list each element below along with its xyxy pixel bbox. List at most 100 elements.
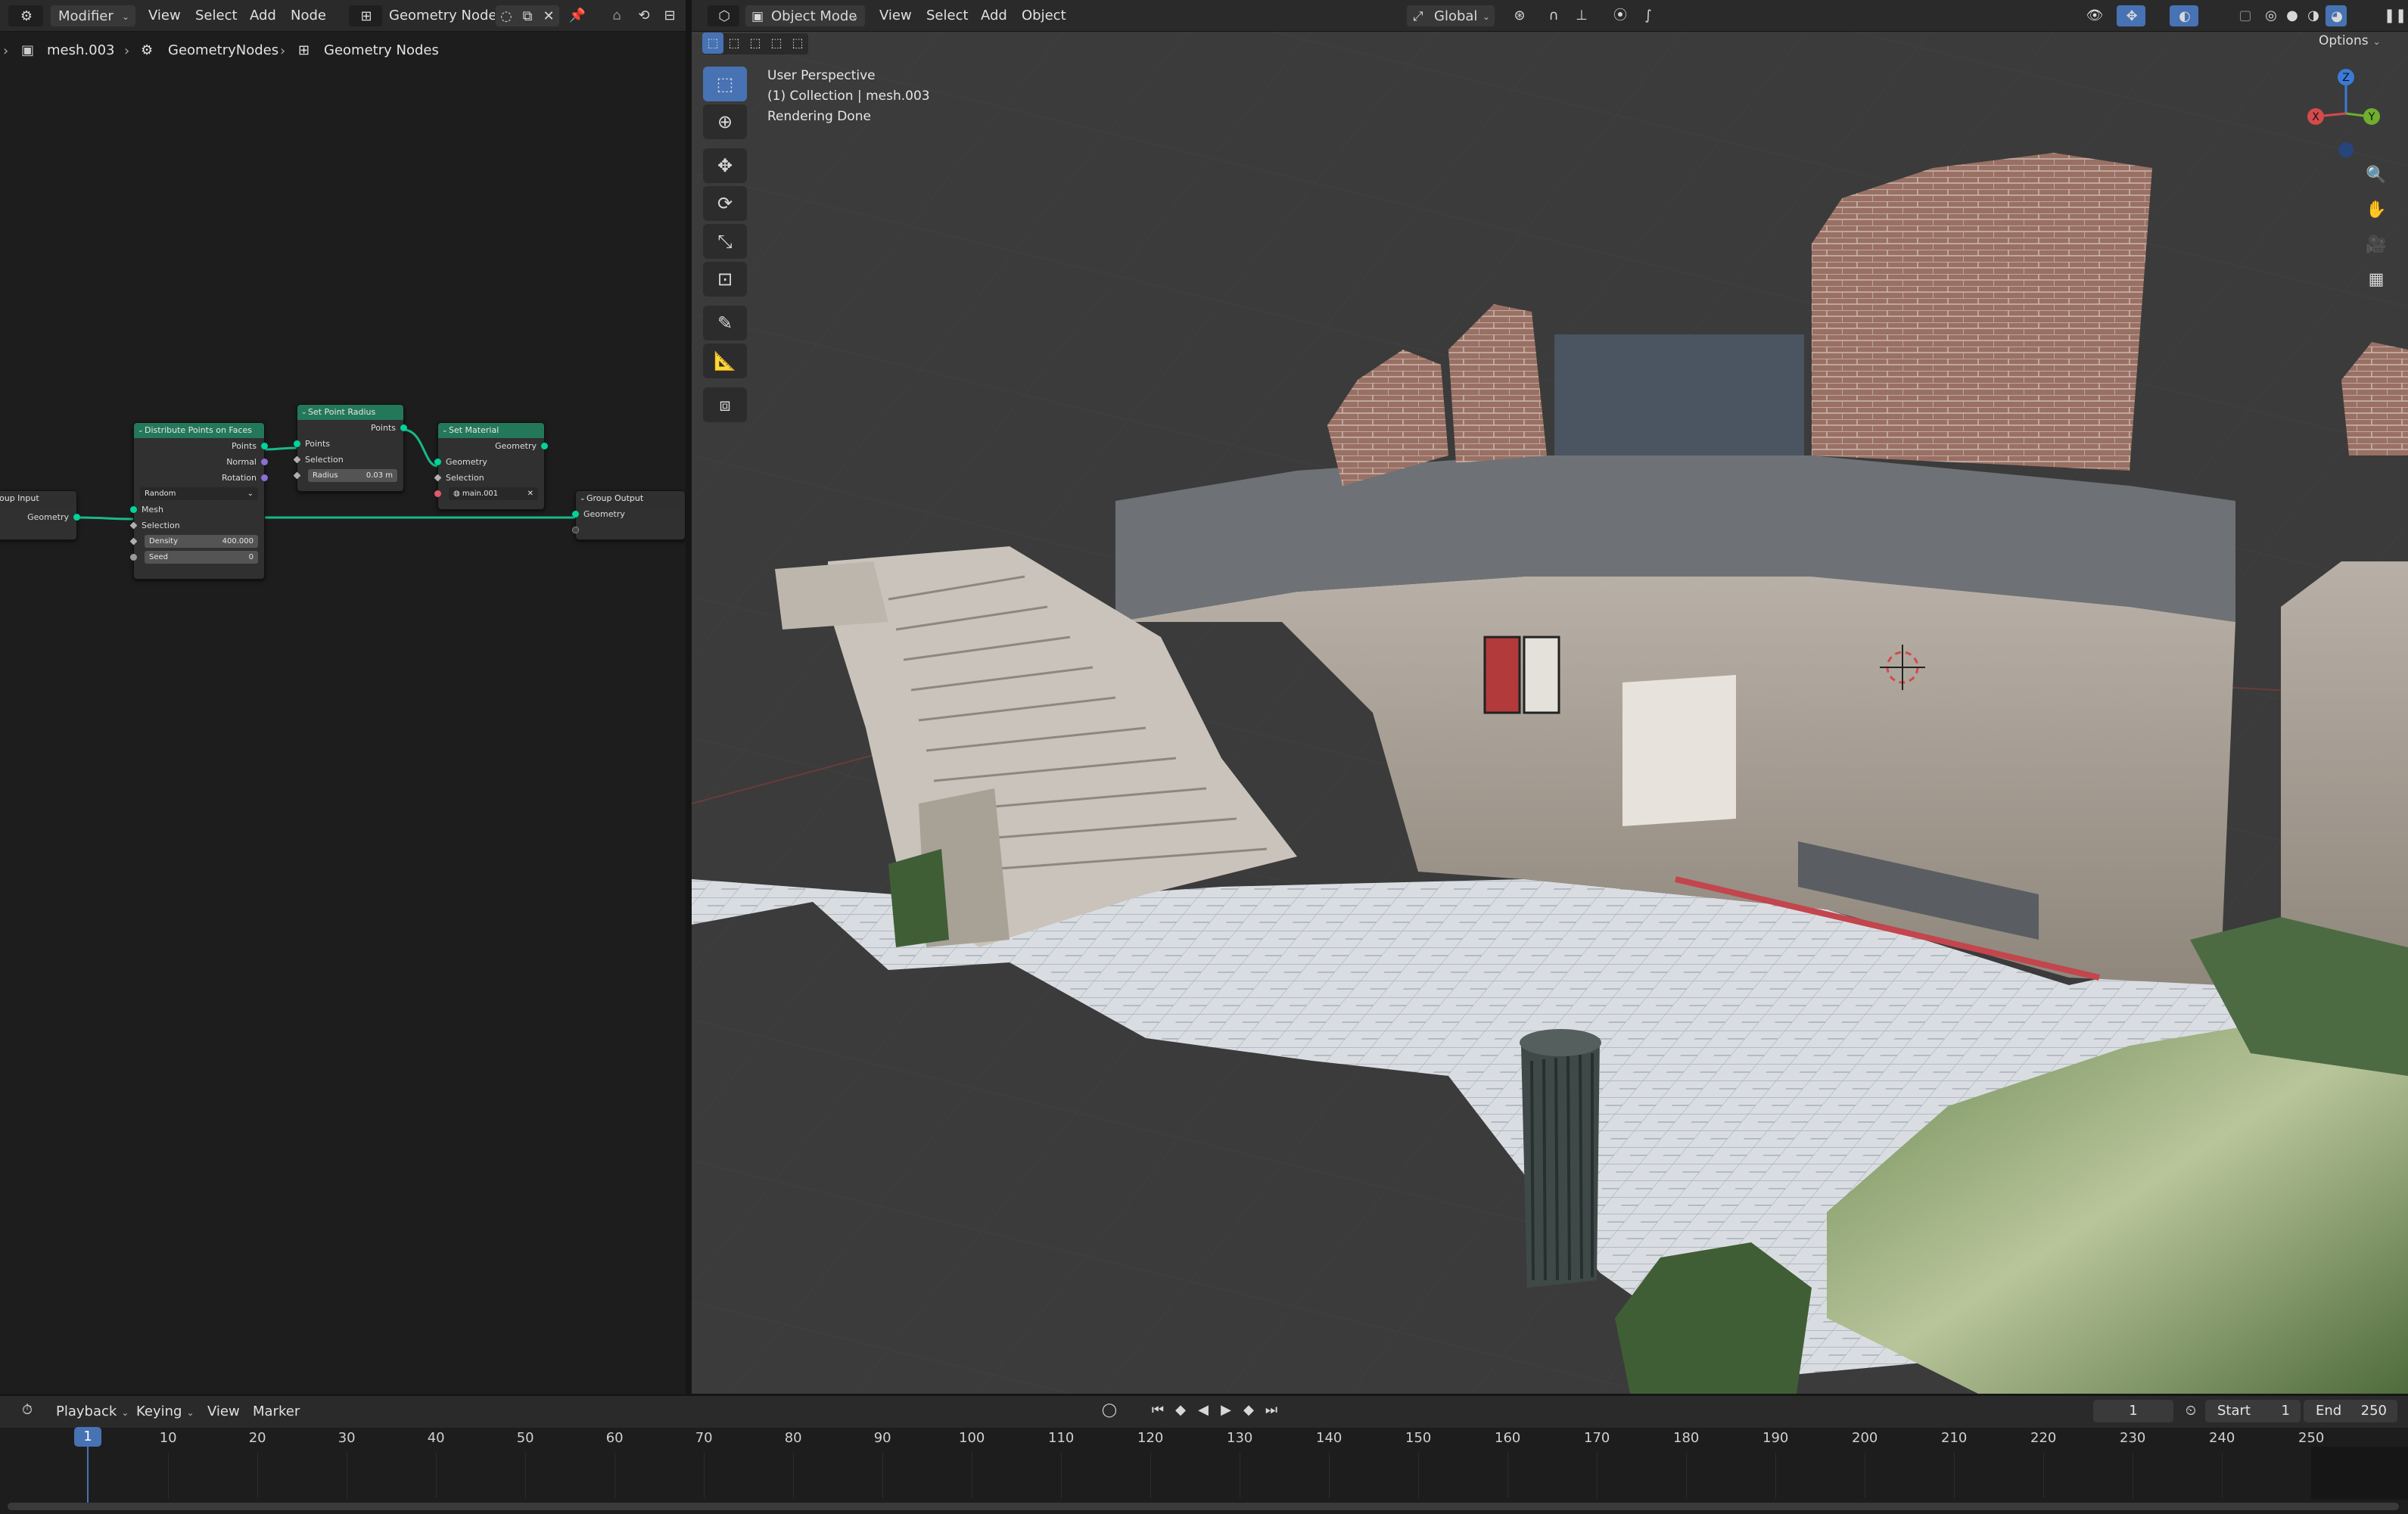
3d-viewport[interactable]	[692, 32, 2408, 1394]
cursor-icon: ⊕	[717, 111, 733, 132]
points-socket[interactable]	[261, 443, 268, 449]
zoom-icon[interactable]: 🔍	[2361, 160, 2391, 191]
auto-keying-icon[interactable]: ◯	[1099, 1399, 1120, 1422]
radius-field[interactable]: Radius 0.03 m	[293, 468, 403, 483]
material-socket[interactable]	[434, 490, 441, 497]
overlays-toggle[interactable]: ◐	[2169, 5, 2199, 27]
group-output-node[interactable]: ⌄ Group Output Geometry	[572, 490, 686, 540]
select-box-tool[interactable]: ⬚	[703, 67, 747, 101]
collapse-caret-icon[interactable]: ⌄	[442, 423, 448, 438]
annotate-tool[interactable]: ✎	[703, 306, 747, 340]
solid-shading-icon[interactable]: ●	[2282, 5, 2302, 27]
play-icon[interactable]: ▶	[1215, 1399, 1237, 1422]
points-input-socket[interactable]	[294, 440, 300, 447]
geometry-output-socket[interactable]	[541, 443, 548, 449]
mesh-socket[interactable]	[130, 506, 137, 513]
set-point-radius-node[interactable]: ⌄ Set Point Radius Points Points Selecti…	[293, 404, 407, 492]
falloff-icon[interactable]: ∫	[1633, 5, 1663, 27]
measure-tool[interactable]: 📐	[703, 344, 747, 378]
cursor-tool[interactable]: ⊕	[703, 104, 747, 139]
xray-icon[interactable]: ▢	[2234, 5, 2257, 27]
collapse-caret-icon[interactable]: ⌄	[301, 405, 307, 420]
navigation-gizmo[interactable]: Z X Y	[2301, 61, 2391, 166]
select-invert-icon[interactable]: ⬚	[766, 33, 787, 54]
snap-target-icon[interactable]: ⊥	[1566, 5, 1597, 27]
geometry-input-socket[interactable]	[572, 511, 579, 518]
end-frame-field[interactable]: End 250	[2304, 1400, 2397, 1422]
menu-select[interactable]: Select	[926, 6, 969, 26]
timeline-scrollbar[interactable]	[8, 1503, 2399, 1510]
timeline-tick-label: 240	[2209, 1430, 2235, 1446]
node-title: Distribute Points on Faces	[145, 425, 253, 435]
select-subtract-icon[interactable]: ⬚	[745, 33, 766, 54]
menu-playback[interactable]: Playback ⌄	[56, 1402, 129, 1422]
geometry-input-socket[interactable]	[434, 459, 441, 465]
node-title: Set Point Radius	[308, 407, 376, 417]
camera-view-icon[interactable]: 🎥	[2361, 230, 2391, 260]
seed-socket[interactable]	[130, 554, 137, 561]
timeline-tick-label: 20	[248, 1430, 266, 1446]
current-frame-field[interactable]: 1	[2093, 1400, 2173, 1422]
options-dropdown[interactable]: Options ⌄	[2319, 33, 2381, 48]
editor-type-button[interactable]: ⬡	[707, 5, 740, 27]
wireframe-shading-icon[interactable]: ◎	[2261, 5, 2281, 27]
perspective-toggle-icon[interactable]: ▦	[2361, 265, 2391, 295]
gizmo-neg-z-axis[interactable]	[2338, 142, 2354, 157]
material-shading-icon[interactable]: ◑	[2304, 5, 2323, 27]
density-field[interactable]: Density 400.000	[129, 533, 264, 549]
play-reverse-icon[interactable]: ◀	[1193, 1399, 1214, 1422]
material-field[interactable]: ◍ main.001 ✕	[434, 486, 544, 502]
set-material-node[interactable]: ⌄ Set Material Geometry Geometry Selecti…	[434, 422, 548, 510]
menu-object[interactable]: Object	[1022, 6, 1066, 26]
add-cube-tool[interactable]: ⧈	[703, 387, 747, 422]
playhead-frame-label[interactable]: 1	[74, 1427, 101, 1447]
next-keyframe-icon[interactable]: ◆	[1238, 1399, 1259, 1422]
rendered-shading-button[interactable]: ◕	[2325, 5, 2347, 27]
collapse-caret-icon[interactable]: ⌄	[138, 423, 144, 438]
distribute-points-node[interactable]: ⌄ Distribute Points on Faces Points Norm…	[129, 422, 268, 580]
normal-socket[interactable]	[261, 459, 268, 465]
timeline-editor-icon[interactable]: ⏱	[11, 1399, 44, 1422]
timeline-gridline	[1775, 1453, 1777, 1498]
menu-view[interactable]: View	[879, 6, 912, 26]
start-frame-field[interactable]: Start 1	[2205, 1400, 2301, 1422]
mode-dropdown[interactable]: ▣ Object Mode ⌄	[745, 5, 866, 27]
seed-field[interactable]: Seed 0	[130, 549, 264, 565]
empty-socket[interactable]	[572, 527, 579, 533]
prev-keyframe-icon[interactable]: ◆	[1170, 1399, 1191, 1422]
collapse-caret-icon[interactable]: ⌄	[580, 491, 586, 506]
timeline-gridline	[2043, 1453, 2045, 1498]
scale-tool[interactable]: ⤡	[703, 224, 747, 259]
select-new-icon[interactable]: ⬚	[702, 33, 723, 54]
annotate-pencil-icon: ✎	[717, 312, 733, 334]
proportional-edit-icon[interactable]: ⦿	[1609, 5, 1632, 27]
gizmo-toggle[interactable]: ✥	[2116, 5, 2146, 27]
orientation-dropdown[interactable]: ⤢ Global ⌄	[1406, 5, 1495, 27]
menu-keying[interactable]: Keying ⌄	[136, 1402, 194, 1422]
pan-hand-icon[interactable]: ✋	[2361, 195, 2391, 225]
select-extend-icon[interactable]: ⬚	[723, 33, 745, 54]
timeline-tick-label: 210	[1941, 1430, 1968, 1446]
transform-tool[interactable]: ⊡	[703, 262, 747, 297]
snap-magnet-icon[interactable]: ∩	[1542, 5, 1565, 27]
move-tool[interactable]: ✥	[703, 148, 747, 183]
pivot-point-icon[interactable]: ⊛	[1503, 5, 1536, 27]
menu-add[interactable]: Add	[981, 6, 1007, 26]
menu-view[interactable]: View	[207, 1402, 240, 1422]
preview-range-clock-icon[interactable]: ⏲	[2179, 1400, 2202, 1422]
group-input-node[interactable]: oup Input Geometry	[0, 490, 80, 540]
select-intersect-icon[interactable]: ⬚	[787, 33, 808, 54]
clear-icon[interactable]: ✕	[527, 487, 534, 500]
geometry-socket[interactable]	[73, 514, 80, 521]
rotation-socket[interactable]	[261, 474, 268, 481]
menu-marker[interactable]: Marker	[253, 1402, 300, 1422]
distribute-mode-select[interactable]: Random ⌄	[134, 486, 264, 502]
points-output-socket[interactable]	[400, 424, 407, 431]
visibility-icon[interactable]: 👁	[2080, 5, 2110, 27]
playhead-line[interactable]	[87, 1447, 89, 1507]
jump-end-icon[interactable]: ⏭	[1261, 1399, 1282, 1422]
area-splitter[interactable]	[686, 0, 692, 1394]
jump-start-icon[interactable]: ⏮	[1147, 1399, 1168, 1422]
sidebar-toggle-icon[interactable]: ❚❚	[2384, 5, 2406, 27]
rotate-tool[interactable]: ⟳	[703, 186, 747, 221]
